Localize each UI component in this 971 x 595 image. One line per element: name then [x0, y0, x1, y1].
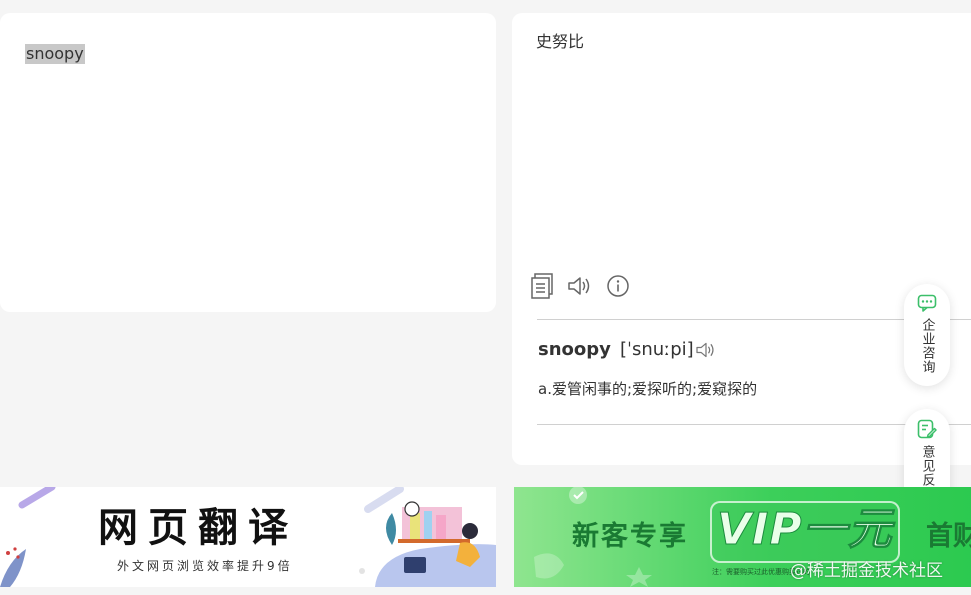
speaker-icon: [696, 342, 714, 358]
banner-subtitle: 外文网页浏览效率提升9倍: [117, 559, 293, 573]
result-panel: 史努比 snoopy [ˈsnuːpi] a.爱管闲事的;爱探听的;爱窥探的: [512, 13, 971, 465]
banner-web-translate[interactable]: 网页翻译 外文网页浏览效率提升9倍: [0, 487, 496, 587]
source-text[interactable]: snoopy: [25, 44, 85, 64]
copy-button[interactable]: [528, 271, 556, 301]
dict-speak-button[interactable]: [695, 339, 719, 361]
banner-title: 网页翻译: [98, 505, 298, 551]
result-text: 史努比: [536, 32, 585, 51]
enterprise-consult-label: 企业咨询: [919, 318, 935, 374]
info-button[interactable]: [604, 271, 632, 301]
dict-definition: a.爱管闲事的;爱探听的;爱窥探的: [538, 380, 758, 398]
enterprise-consult-button[interactable]: 企业咨询: [904, 284, 950, 386]
dict-phonetic: [ˈsnuːpi]: [620, 339, 694, 360]
speaker-icon: [568, 277, 590, 295]
watermark: @稀土掘金技术社区: [790, 561, 943, 581]
speak-button[interactable]: [566, 271, 594, 301]
chat-icon: [917, 294, 937, 312]
edit-icon: [917, 419, 937, 439]
source-panel[interactable]: snoopy: [0, 13, 496, 312]
dict-word: snoopy: [538, 339, 611, 360]
vip-left-text: 新客专享: [572, 521, 688, 552]
copy-icon: [531, 273, 553, 299]
vip-main-text: VIP一元: [717, 504, 893, 555]
info-icon: [607, 275, 629, 297]
vip-right-text: 首财: [926, 521, 971, 552]
